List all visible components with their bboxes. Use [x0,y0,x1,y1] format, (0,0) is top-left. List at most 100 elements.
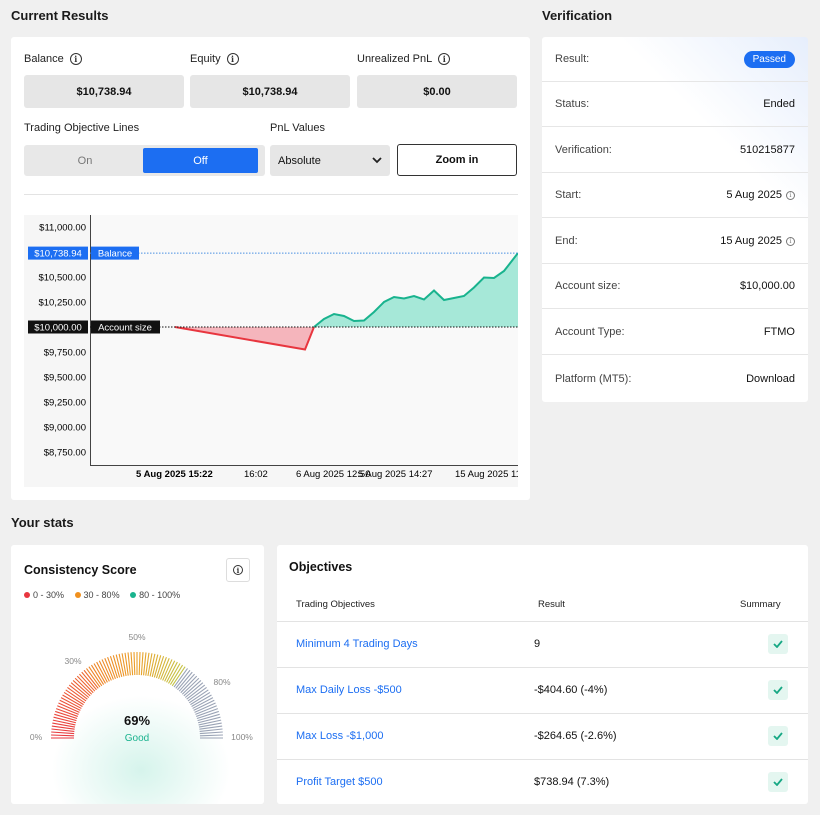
objective-lines-label: Trading Objective Lines [24,122,140,134]
verification-row-start: Start: 5 Aug 2025 i [542,173,808,218]
x-tick-label: 5 Aug 2025 14:27 [358,469,433,480]
platform-key: Platform (MT5): [555,372,632,385]
status-key: Status: [555,98,590,110]
pnl-values-select[interactable]: Absolute [270,145,390,176]
y-tick-label: $9,500.00 [44,373,86,384]
toggle-off-option[interactable]: Off [143,148,258,173]
balance-value: $10,738.94 [24,75,184,108]
verification-key: Verification: [555,144,612,156]
consistency-info-button[interactable]: i [226,558,250,582]
zoom-in-button[interactable]: Zoom in [397,144,517,176]
account-size-name-tag-text: Account size [98,323,152,334]
chevron-down-icon [372,157,382,164]
account-size-value: $10,000.00 [739,280,795,292]
gauge-tick [143,652,147,676]
legend-dot-red [24,592,30,598]
header-result: Result [538,599,565,610]
unrealized-info-icon[interactable]: i [438,53,451,65]
result-passed-badge: Passed [743,50,795,68]
verification-title: Verification [542,8,613,23]
check-icon [768,772,788,792]
gauge-tick [51,734,75,737]
gauge-tick [51,731,75,735]
consistency-score-card: Consistency Score i 0 - 30% 30 - 80% 80 … [11,545,264,804]
x-tick-label: 16:02 [244,469,268,480]
toggle-on-option[interactable]: On [27,148,143,173]
balance-label-wrap: Balance i [24,53,82,65]
y-tick-label: $9,750.00 [44,348,86,359]
result-key: Result: [555,53,590,65]
gauge-tick [199,731,223,735]
objective-row: Max Daily Loss -$500 -$404.60 (-4%) [277,667,808,713]
y-tick-label: $11,000.00 [39,223,86,234]
start-value: 5 Aug 2025 [726,189,782,201]
divider [24,194,518,195]
legend-dot-green [130,592,137,598]
legend-dot-orange [74,592,81,598]
end-value: 15 Aug 2025 [720,235,782,247]
verification-value: 510215877 [739,144,795,156]
y-tick-label: $10,250.00 [38,298,86,309]
gauge-tick [130,652,134,676]
gauge-tick [133,652,136,676]
platform-download-link[interactable]: Download [746,373,795,385]
gauge-label-30: 30% [64,656,81,666]
objective-max-loss-link[interactable]: Max Loss -$1,000 [296,730,383,742]
current-results-title: Current Results [11,8,109,23]
verification-row-account-size: Account size: $10,000.00 [542,264,808,309]
gauge-tick [127,652,131,676]
objective-profit-target-link[interactable]: Profit Target $500 [296,776,383,788]
balance-chart[interactable]: $11,000.00 $10,500.00 $10,250.00 $9,750.00 $… [24,215,518,487]
info-icon: i [233,565,243,575]
current-results-card: Balance i Equity i Unrealized PnL i $10,… [11,37,530,500]
account-type-value: FTMO [763,326,795,338]
balance-info-icon[interactable]: i [69,53,82,65]
gauge-tick [51,728,75,732]
objectives-card: Objectives Trading Objectives Result Sum… [277,545,808,804]
objective-result: -$264.65 (-2.6%) [534,730,617,742]
y-tick-label: $9,000.00 [44,423,86,434]
end-value-wrap: 15 Aug 2025 i [720,235,795,247]
unrealized-label-wrap: Unrealized PnL i [357,53,451,65]
legend-high-label: 80 - 100% [139,590,181,600]
objective-min-trading-days-link[interactable]: Minimum 4 Trading Days [296,638,418,650]
legend-item-mid: 30 - 80% [74,590,120,600]
verification-row-id: Verification: 510215877 [542,128,808,173]
end-info-icon[interactable]: i [786,236,795,246]
balance-name-tag-text: Balance [98,249,132,260]
verification-row-platform: Platform (MT5): Download [542,356,808,401]
start-info-icon[interactable]: i [786,190,795,200]
unrealized-value: $0.00 [357,75,517,108]
header-summary: Summary [740,599,781,610]
legend-mid-label: 30 - 80% [83,590,120,600]
legend-item-low: 0 - 30% [24,590,64,600]
gauge-label-50: 50% [128,632,145,642]
check-icon [768,726,788,746]
objective-row: Minimum 4 Trading Days 9 [277,621,808,667]
your-stats-title: Your stats [11,515,74,530]
end-key: End: [555,235,578,247]
balance-value-tag-text: $10,738.94 [34,249,82,260]
objective-row: Profit Target $500 $738.94 (7.3%) [277,759,808,805]
y-tick-label: $8,750.00 [44,448,86,459]
verification-card: Result: Passed Status: Ended Verificatio… [542,37,808,402]
check-icon [768,680,788,700]
account-type-key: Account Type: [555,326,625,338]
pnl-values-label: PnL Values [270,122,326,134]
consistency-gauge: 0% 30% 50% 80% 100% 69% Good [30,632,253,744]
status-value: Ended [763,98,795,110]
consistency-title: Consistency Score [24,563,137,577]
gauge-tick [140,652,144,676]
objective-max-daily-loss-link[interactable]: Max Daily Loss -$500 [296,684,402,696]
gauge-label-80: 80% [213,677,230,687]
objective-result: 9 [534,638,541,650]
equity-info-icon[interactable]: i [226,53,239,65]
objective-result: $738.94 (7.3%) [534,776,610,788]
gauge-tick [199,734,223,737]
consistency-score-value: 69% [124,713,150,728]
objective-lines-toggle[interactable]: On Off [24,145,265,176]
equity-value: $10,738.94 [190,75,350,108]
x-tick-label: 15 Aug 2025 11:12 [455,469,518,480]
verification-row-status: Status: Ended [542,82,808,127]
check-icon [768,634,788,654]
